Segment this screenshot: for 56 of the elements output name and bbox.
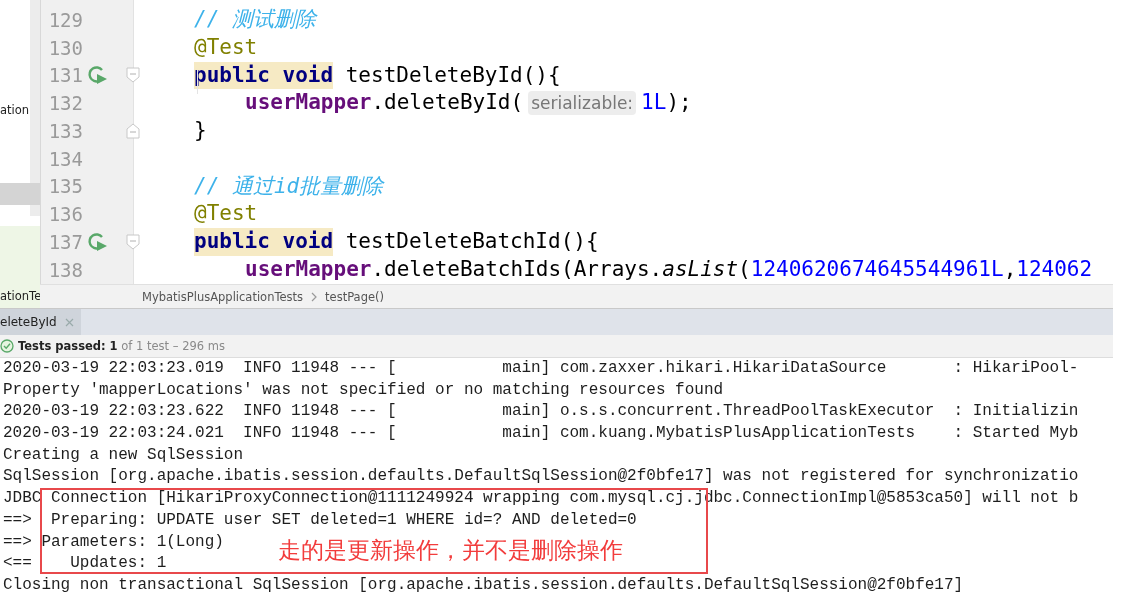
run-tab[interactable]: eleteById: [0, 309, 81, 335]
line-number: 133: [47, 119, 83, 142]
code-method: asList: [662, 255, 739, 283]
fold-icon[interactable]: [126, 122, 140, 139]
code-number: 1L: [641, 89, 667, 117]
console-line: Property 'mapperLocations' was not specified or no matching resources found: [2, 379, 724, 401]
tree-item[interactable]: ation: [0, 103, 30, 117]
console-line: Closing non transactional SqlSession [org.apache.ibatis.session.defaults.DefaultSqlSession@2f0bfe17]: [2, 574, 964, 596]
close-icon[interactable]: [64, 317, 74, 327]
console-line: 2020-03-19 22:03:23.019 INFO 11948 --- [ main] com.zaxxer.hikari.HikariDataSource : HikariPool-: [2, 358, 1079, 379]
code-number: 1240620674645544961L: [750, 255, 1004, 283]
line-number: 134: [47, 147, 83, 170]
check-circle-icon: [0, 339, 14, 353]
run-icon[interactable]: [87, 65, 109, 86]
code-number: 124062: [1016, 255, 1093, 283]
code-text: testDeleteById(){: [344, 61, 561, 89]
code-text: testDeleteBatchId(){: [344, 228, 599, 255]
code-annotation: @Test: [194, 200, 258, 228]
console-line: ==> Preparing: UPDATE user SET deleted=1 WHERE id=? AND deleted=0: [2, 509, 637, 531]
code-text: .deleteBatchIds(Arrays.: [371, 255, 663, 283]
console-line: ==> Parameters: 1(Long): [2, 531, 224, 553]
code-annotation: @Test: [194, 33, 258, 61]
code-keyword: public void: [194, 228, 334, 256]
fold-icon[interactable]: [126, 233, 140, 250]
chevron-icon: [311, 291, 318, 302]
test-status: Tests passed: 1 of 1 test – 296 ms: [18, 339, 225, 353]
code-keyword: public void: [194, 61, 334, 90]
code-comment: // 测试删除: [194, 6, 316, 33]
console-line: SqlSession [org.apache.ibatis.session.defaults.DefaultSqlSession@2f0bfe17] was not registered for synchronizatio: [2, 466, 1079, 488]
console-line: <== Updates: 1: [2, 553, 167, 575]
code-field: userMapper: [245, 89, 372, 117]
line-number: 136: [47, 203, 83, 226]
breadcrumb-item[interactable]: MybatisPlusApplicationTests: [142, 289, 304, 304]
console-line: 2020-03-19 22:03:23.622 INFO 11948 --- [ main] o.s.s.concurrent.ThreadPoolTaskExecutor : Initializin: [2, 401, 1079, 423]
line-number: 129: [47, 8, 83, 31]
run-icon[interactable]: [87, 231, 109, 252]
code-comment: // 通过id批量删除: [194, 172, 384, 200]
code-text: (: [738, 255, 751, 283]
tree-item[interactable]: ationTe: [0, 226, 40, 308]
line-number: 130: [47, 36, 83, 59]
line-number: 137: [47, 230, 83, 253]
code-text: .deleteById(: [371, 89, 524, 117]
fold-icon[interactable]: [126, 67, 140, 84]
line-number: 135: [47, 175, 83, 198]
console-line: 2020-03-19 22:03:24.021 INFO 11948 --- [ main] com.kuang.MybatisPlusApplicationTests : Started Myb: [2, 423, 1079, 445]
line-number: 132: [47, 92, 83, 115]
annotation-text: 走的是更新操作，并不是删除操作: [278, 536, 623, 565]
console-line: Creating a new SqlSession: [2, 444, 244, 466]
line-number: 131: [47, 64, 83, 87]
parameter-hint: serializable:: [528, 91, 637, 116]
line-number: 138: [47, 258, 83, 281]
breadcrumb-item[interactable]: testPage(): [325, 289, 384, 304]
code-text: ,: [1003, 255, 1017, 283]
code-text: );: [666, 89, 692, 117]
code-text: }: [194, 117, 207, 144]
code-field: userMapper: [245, 255, 372, 284]
